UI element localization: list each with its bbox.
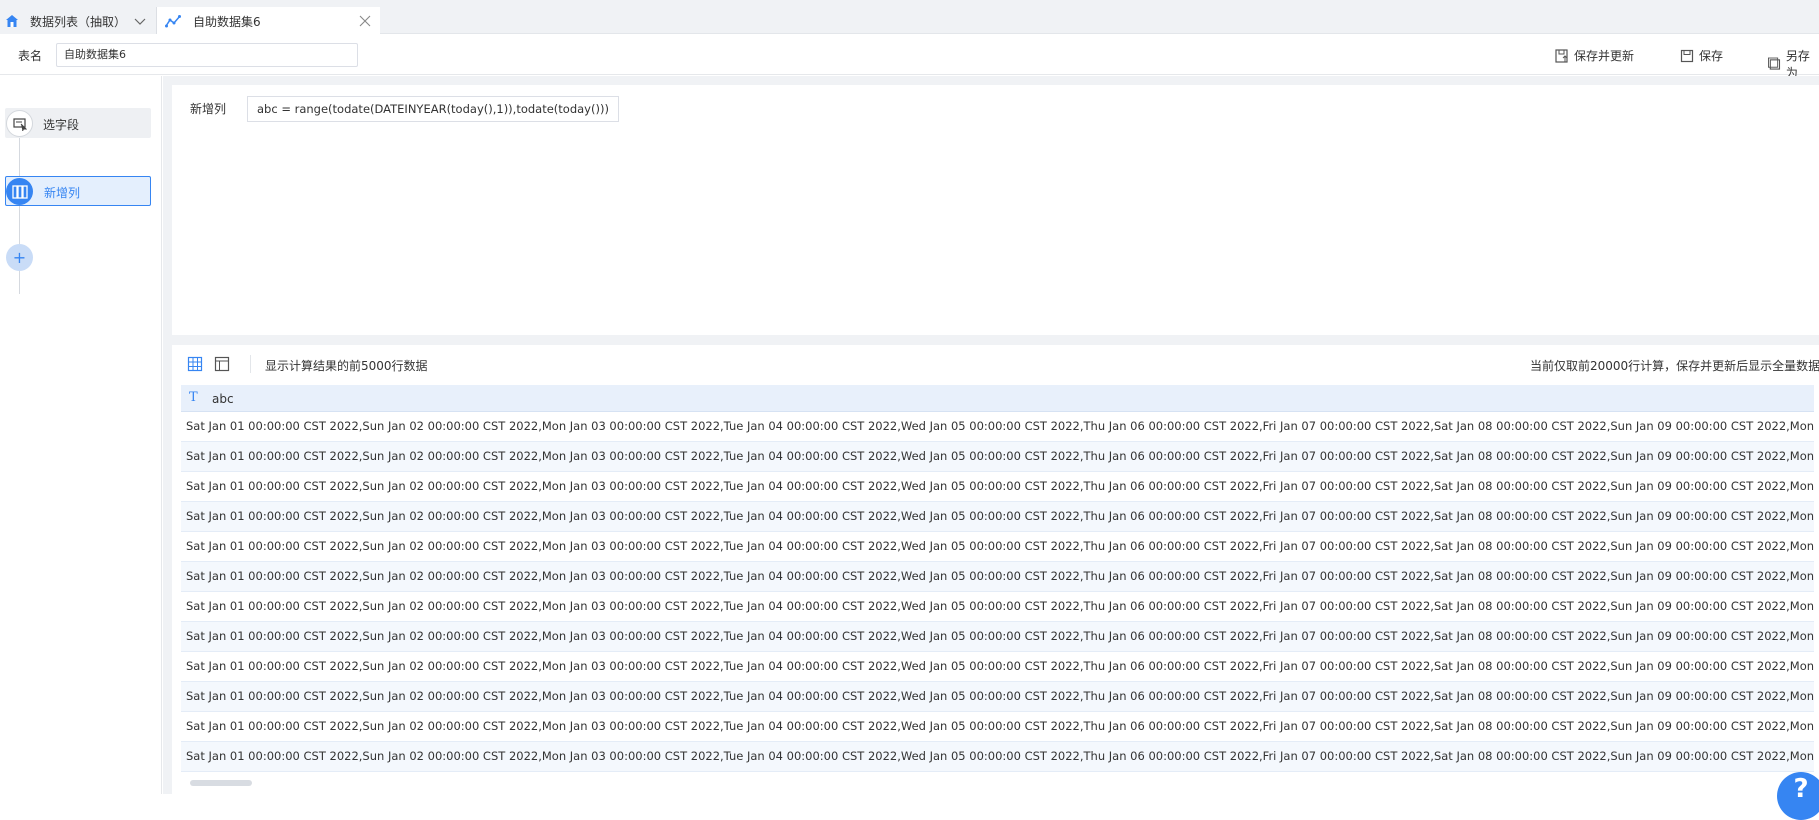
calc-limit-info: 当前仅取前20000行计算，保存并更新后显示全量数据 bbox=[1530, 359, 1819, 373]
save-label: 保存 bbox=[1699, 49, 1724, 63]
step-add-column[interactable]: 新增列 bbox=[5, 176, 151, 206]
add-column-icon bbox=[6, 178, 33, 205]
data-preview-panel: 显示计算结果的前5000行数据 当前仅取前20000行计算，保存并更新后显示全量… bbox=[172, 345, 1819, 794]
table-row: Sat Jan 01 00:00:00 CST 2022,Sun Jan 02 … bbox=[181, 592, 1814, 622]
table-row: Sat Jan 01 00:00:00 CST 2022,Sun Jan 02 … bbox=[181, 532, 1814, 562]
tab-data-list[interactable]: 数据列表（抽取） bbox=[0, 7, 157, 34]
table-name-input[interactable]: 自助数据集6 bbox=[56, 43, 358, 67]
formula-expression[interactable]: abc = range(todate(DATEINYEAR(today(),1)… bbox=[247, 96, 619, 122]
table-row: Sat Jan 01 00:00:00 CST 2022,Sun Jan 02 … bbox=[181, 712, 1814, 742]
column-name: abc bbox=[212, 392, 234, 406]
table-row: Sat Jan 01 00:00:00 CST 2022,Sun Jan 02 … bbox=[181, 652, 1814, 682]
text-type-icon: T bbox=[189, 390, 198, 405]
add-step-button[interactable]: + bbox=[6, 244, 33, 271]
save-and-update-button[interactable]: 保存并更新 bbox=[1555, 47, 1634, 64]
tab-dataset-label: 自助数据集6 bbox=[193, 15, 261, 29]
home-icon bbox=[4, 13, 20, 29]
tab-data-list-label: 数据列表（抽取） bbox=[30, 15, 127, 29]
select-field-icon bbox=[6, 110, 33, 137]
save-update-icon bbox=[1555, 48, 1568, 63]
table-name-bar: 表名 自助数据集6 保存并更新 保存 另存为 bbox=[0, 35, 1819, 80]
toolbar-divider bbox=[250, 355, 251, 373]
table-row: Sat Jan 01 00:00:00 CST 2022,Sun Jan 02 … bbox=[181, 622, 1814, 652]
step-panel: 选字段 新增列 + bbox=[0, 76, 162, 794]
layout-view-icon[interactable] bbox=[214, 356, 230, 372]
tab-dataset[interactable]: 自助数据集6 bbox=[157, 7, 380, 34]
table-row: Sat Jan 01 00:00:00 CST 2022,Sun Jan 02 … bbox=[181, 472, 1814, 502]
table-row: Sat Jan 01 00:00:00 CST 2022,Sun Jan 02 … bbox=[181, 502, 1814, 532]
step-add-column-label: 新增列 bbox=[44, 186, 81, 200]
save-icon bbox=[1680, 49, 1694, 62]
step-select-field-label: 选字段 bbox=[43, 118, 80, 132]
tab-bar: 数据列表（抽取） 自助数据集6 bbox=[0, 0, 1819, 34]
preview-toolbar: 显示计算结果的前5000行数据 当前仅取前20000行计算，保存并更新后显示全量… bbox=[172, 345, 1819, 383]
help-button[interactable]: ? bbox=[1777, 772, 1819, 820]
table-row: Sat Jan 01 00:00:00 CST 2022,Sun Jan 02 … bbox=[181, 742, 1814, 772]
table-row: Sat Jan 01 00:00:00 CST 2022,Sun Jan 02 … bbox=[181, 442, 1814, 472]
formula-label: 新增列 bbox=[190, 102, 227, 116]
data-grid: T abc Sat Jan 01 00:00:00 CST 2022,Sun J… bbox=[181, 385, 1819, 775]
preview-info: 显示计算结果的前5000行数据 bbox=[265, 359, 428, 373]
table-row: Sat Jan 01 00:00:00 CST 2022,Sun Jan 02 … bbox=[181, 412, 1814, 442]
save-button[interactable]: 保存 bbox=[1680, 47, 1723, 64]
close-icon[interactable] bbox=[357, 13, 373, 29]
horizontal-scrollbar[interactable] bbox=[190, 780, 252, 786]
column-header-abc[interactable]: T abc bbox=[181, 385, 1814, 412]
save-and-update-label: 保存并更新 bbox=[1574, 49, 1635, 63]
formula-panel: 新增列 abc = range(todate(DATEINYEAR(today(… bbox=[172, 85, 1819, 335]
grid-view-icon[interactable] bbox=[187, 356, 203, 372]
table-row: Sat Jan 01 00:00:00 CST 2022,Sun Jan 02 … bbox=[181, 682, 1814, 712]
chevron-down-icon[interactable] bbox=[132, 13, 148, 29]
table-row: Sat Jan 01 00:00:00 CST 2022,Sun Jan 02 … bbox=[181, 562, 1814, 592]
table-name-label: 表名 bbox=[18, 49, 43, 63]
step-select-field[interactable]: 选字段 bbox=[5, 108, 151, 138]
dataset-icon bbox=[165, 13, 181, 29]
save-as-icon bbox=[1768, 57, 1781, 70]
